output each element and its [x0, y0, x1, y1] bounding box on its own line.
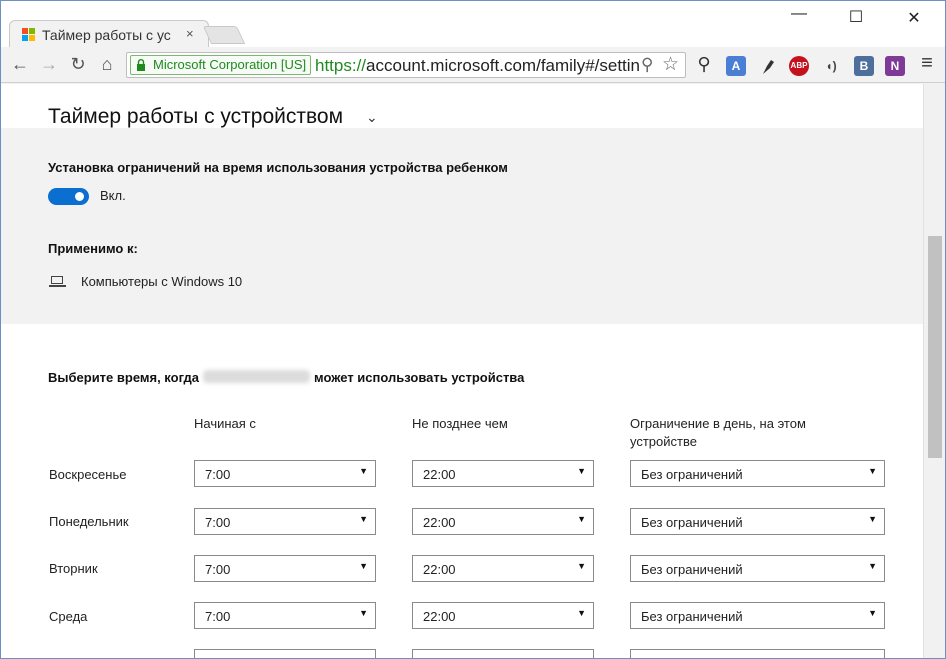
- end-time-select[interactable]: 22:00 ▼: [412, 460, 594, 487]
- daily-limit-select[interactable]: Без ограничений ▼: [630, 508, 885, 535]
- daily-limit-select[interactable]: Без ограничений ▼: [630, 602, 885, 629]
- dropdown-arrow-icon: ▼: [577, 608, 586, 618]
- audio-extension-icon[interactable]: ◖): [821, 56, 841, 76]
- new-tab-button[interactable]: [202, 26, 246, 44]
- tab-strip: Таймер работы с ус × — ☐ ✕: [1, 1, 945, 48]
- onenote-icon[interactable]: N: [885, 56, 905, 76]
- toggle-knob: [75, 192, 84, 201]
- tab-title: Таймер работы с ус: [42, 27, 171, 43]
- browser-window: Таймер работы с ус × — ☐ ✕ ← → ↻ ⌂ Micro…: [0, 0, 946, 659]
- day-label: Понедельник: [49, 514, 129, 529]
- start-time-select[interactable]: 7:00 ▼: [194, 555, 376, 582]
- limits-toggle[interactable]: [48, 188, 89, 205]
- ev-certificate-badge[interactable]: Microsoft Corporation [US]: [130, 55, 312, 75]
- daily-limit-select[interactable]: Без ограничений ▼: [630, 460, 885, 487]
- page-title: Таймер работы с устройством: [48, 105, 344, 128]
- minimize-button[interactable]: —: [784, 5, 814, 23]
- dropdown-arrow-icon: ▼: [868, 514, 877, 524]
- end-time-select[interactable]: 22:00 ▼: [412, 602, 594, 629]
- column-start: Начиная с: [194, 416, 256, 431]
- end-time-select[interactable]: [412, 649, 594, 658]
- settings-panel: [1, 128, 923, 324]
- start-time-select[interactable]: 7:00 ▼: [194, 460, 376, 487]
- choose-time-suffix: может использовать устройства: [314, 370, 525, 385]
- limits-heading: Установка ограничений на время использов…: [48, 160, 508, 175]
- page-header: Таймер работы с устройством ⌄: [1, 84, 923, 128]
- end-time-select[interactable]: 22:00 ▼: [412, 555, 594, 582]
- end-time-select[interactable]: 22:00 ▼: [412, 508, 594, 535]
- translate-icon[interactable]: A: [726, 56, 746, 76]
- day-label: Воскресенье: [49, 467, 127, 482]
- dropdown-arrow-icon: ▼: [577, 466, 586, 476]
- lock-icon: [137, 59, 145, 71]
- forward-button[interactable]: →: [39, 54, 59, 75]
- maximize-button[interactable]: ☐: [841, 7, 871, 27]
- bookmark-star-icon[interactable]: ☆: [662, 53, 679, 76]
- dropdown-arrow-icon: ▼: [359, 561, 368, 571]
- tab-close-icon[interactable]: ×: [186, 26, 194, 41]
- daily-limit-select[interactable]: [630, 649, 885, 658]
- dropdown-arrow-icon: ▼: [577, 561, 586, 571]
- dropdown-arrow-icon: ▼: [359, 466, 368, 476]
- dropdown-arrow-icon: ▼: [359, 514, 368, 524]
- laptop-icon: [49, 276, 66, 288]
- dropdown-arrow-icon: ▼: [868, 561, 877, 571]
- search-icon[interactable]: ⚲: [694, 54, 714, 75]
- back-button[interactable]: ←: [10, 54, 30, 75]
- column-limit-line1: Ограничение в день, на этом: [630, 416, 806, 431]
- start-time-select[interactable]: 7:00 ▼: [194, 602, 376, 629]
- page-content: Таймер работы с устройством ⌄ Установка …: [1, 84, 923, 658]
- blurred-child-name: [203, 370, 310, 383]
- applies-heading: Применимо к:: [48, 241, 138, 256]
- menu-icon[interactable]: ≡: [917, 52, 937, 75]
- choose-time-prefix: Выберите время, когда: [48, 370, 199, 385]
- address-bar[interactable]: Microsoft Corporation [US] https://accou…: [126, 52, 686, 78]
- page-scrollbar[interactable]: [923, 84, 945, 658]
- ev-badge-text: Microsoft Corporation [US]: [153, 57, 307, 72]
- microsoft-logo-icon: [22, 28, 36, 42]
- dropdown-arrow-icon: ▼: [868, 466, 877, 476]
- start-time-select[interactable]: 7:00 ▼: [194, 508, 376, 535]
- daily-limit-select[interactable]: Без ограничений ▼: [630, 555, 885, 582]
- zoom-icon[interactable]: ⚲: [641, 55, 653, 75]
- start-time-select[interactable]: [194, 649, 376, 658]
- dropdown-arrow-icon: ▼: [359, 608, 368, 618]
- day-label: Среда: [49, 609, 88, 624]
- title-chevron-down-icon[interactable]: ⌄: [366, 109, 378, 126]
- vk-icon[interactable]: B: [854, 56, 874, 76]
- applies-device: Компьютеры с Windows 10: [81, 274, 243, 289]
- toggle-label: Вкл.: [100, 188, 126, 203]
- day-label: Вторник: [49, 561, 98, 576]
- dropdown-arrow-icon: ▼: [868, 608, 877, 618]
- dropdown-arrow-icon: ▼: [577, 514, 586, 524]
- browser-tab[interactable]: Таймер работы с ус ×: [9, 20, 209, 48]
- reload-button[interactable]: ↻: [68, 54, 88, 75]
- close-window-button[interactable]: ✕: [899, 8, 929, 28]
- browser-toolbar: ← → ↻ ⌂ Microsoft Corporation [US] https…: [1, 47, 945, 83]
- column-end: Не позднее чем: [412, 416, 508, 431]
- scrollbar-thumb[interactable]: [928, 236, 942, 458]
- column-limit-line2: устройстве: [630, 434, 697, 449]
- adblock-icon[interactable]: ABP: [789, 56, 809, 76]
- pen-extension-icon[interactable]: [759, 56, 777, 76]
- url-text[interactable]: https://account.microsoft.com/family#/se…: [315, 56, 640, 76]
- home-button[interactable]: ⌂: [97, 54, 117, 75]
